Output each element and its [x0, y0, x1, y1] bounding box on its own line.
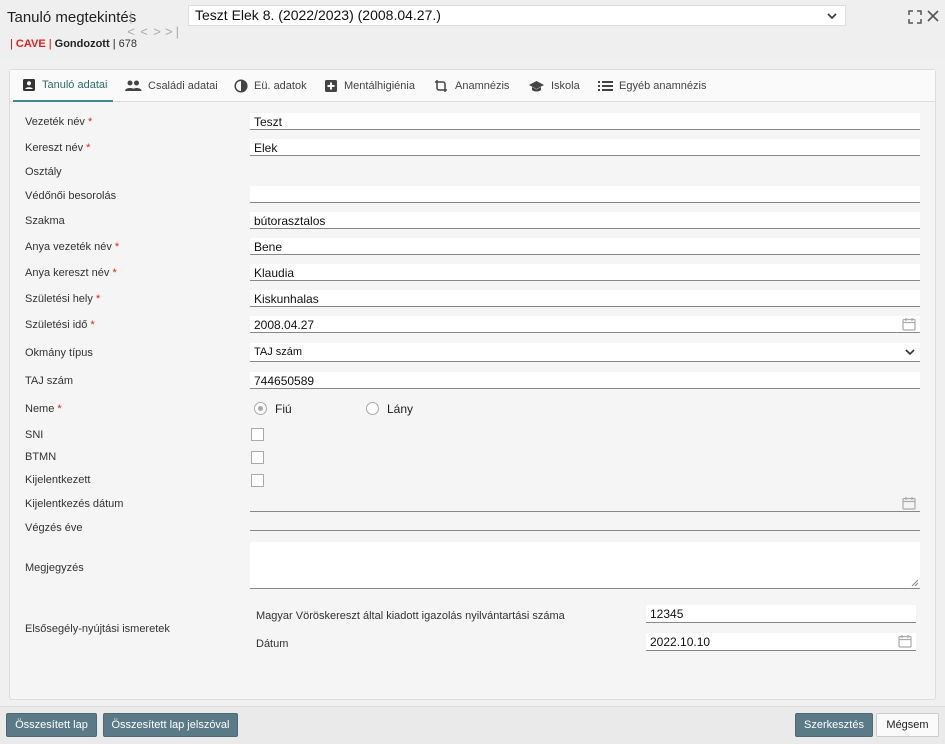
student-select[interactable]: Teszt Elek 8. (2022/2023) (2008.04.27.) [188, 5, 846, 26]
list-icon [598, 81, 613, 91]
tab-label: Eü. adatok [254, 80, 307, 92]
person-card-icon [23, 79, 35, 91]
radio-lany-label: Lány [387, 402, 414, 416]
tab-iskola[interactable]: Iskola [528, 70, 580, 102]
anya-vezeteknev-label: Anya vezeték név * [25, 241, 120, 253]
gondozott-badge: Gondozott [54, 38, 110, 50]
szul-ido-value: 2008.04.27 [254, 318, 315, 332]
megjegyzes-label: Megjegyzés [25, 562, 84, 574]
status-number: 678 [118, 38, 137, 50]
osszesitett-lap-jelszoval-button[interactable]: Összesített lap jelszóval [103, 713, 238, 737]
keresztnev-label: Kereszt név * [25, 142, 91, 154]
edit-button[interactable]: Szerkesztés [795, 713, 873, 737]
nav-prev-button[interactable]: < [139, 24, 152, 39]
expand-icon[interactable] [908, 10, 922, 24]
kijel-datum-field[interactable] [250, 495, 920, 512]
tab-label: Családi adatai [148, 80, 218, 92]
status-line: | CAVE | Gondozott | 678 [10, 38, 137, 50]
datum-label: Dátum [256, 638, 289, 650]
vegzes-eve-label: Végzés éve [25, 522, 83, 534]
neme-label: Neme * [25, 403, 62, 415]
szul-hely-label: Születési hely * [25, 293, 101, 305]
keresztnev-field[interactable]: Elek [250, 139, 920, 156]
calendar-icon[interactable] [902, 496, 916, 510]
tab-label: Iskola [551, 80, 580, 92]
szakma-label: Szakma [25, 215, 65, 227]
radio-lany[interactable] [366, 402, 379, 415]
kijelentkezett-label: Kijelentkezett [25, 474, 91, 486]
nav-last-button[interactable]: >| [165, 24, 179, 39]
datum-field[interactable]: 2022.10.10 [646, 633, 916, 651]
okmany-value: TAJ szám [254, 346, 303, 358]
tab-mentalhigienia[interactable]: Mentálhigiénia [324, 70, 415, 102]
school-icon [529, 80, 544, 91]
tab-bar: Tanuló adatai Családi adatai Eü. adatok … [10, 70, 935, 102]
sni-checkbox[interactable] [251, 428, 264, 441]
elsosegely-label: Elsősegély-nyújtási ismeretek [25, 623, 170, 635]
anya-vezeteknev-field[interactable]: Bene [250, 238, 920, 255]
szakma-field[interactable]: bútorasztalos [250, 212, 920, 229]
btmn-label: BTMN [25, 451, 57, 463]
contrast-icon [234, 79, 248, 93]
nav-first-button[interactable]: |< [126, 9, 139, 39]
tab-egyeb-anamnezis[interactable]: Egyéb anamnézis [598, 70, 706, 102]
nav-next-button[interactable]: > [152, 24, 165, 39]
calendar-icon[interactable] [898, 634, 912, 648]
igazolas-field[interactable]: 12345 [646, 605, 916, 623]
kijel-datum-label: Kijelentkezés dátum [25, 498, 124, 510]
status-separator: | [48, 38, 52, 50]
page-title: Tanuló megtekintés [7, 9, 137, 26]
sni-label: SNI [25, 429, 44, 441]
vedonoi-field[interactable] [250, 186, 920, 203]
okmany-select[interactable]: TAJ szám [250, 343, 920, 362]
close-icon[interactable] [927, 10, 939, 22]
tab-label: Egyéb anamnézis [619, 80, 707, 92]
btmn-checkbox[interactable] [251, 451, 264, 464]
vedonoi-label: Védőnői besorolás [25, 190, 117, 202]
radio-fiu-label: Fiú [275, 402, 292, 416]
vezeteknev-label: Vezeték név * [25, 116, 93, 128]
tab-label: Mentálhigiénia [344, 80, 415, 92]
tab-label: Anamnézis [455, 80, 510, 92]
status-separator: | [10, 38, 13, 50]
cancel-button[interactable]: Mégsem [876, 713, 939, 737]
header: Tanuló megtekintés |< < >>| Teszt Elek 8. … [0, 0, 945, 60]
cave-badge: CAVE [15, 38, 46, 50]
status-separator: | [112, 38, 116, 50]
szul-ido-field[interactable]: 2008.04.27 [250, 316, 920, 333]
rotate-icon [435, 80, 447, 92]
people-icon [125, 80, 142, 91]
tab-csaladi-adatai[interactable]: Családi adatai [124, 70, 218, 102]
datum-value: 2022.10.10 [650, 635, 711, 649]
osszesitett-lap-button[interactable]: Összesített lap [6, 713, 97, 737]
footer-toolbar: Összesített lap Összesített lap jelszóva… [0, 706, 945, 744]
calendar-icon[interactable] [902, 317, 916, 331]
anya-keresztnev-field[interactable]: Klaudia [250, 264, 920, 281]
chevron-down-icon [905, 349, 915, 356]
okmany-label: Okmány típus [25, 347, 93, 359]
student-panel: Tanuló adatai Családi adatai Eü. adatok … [9, 69, 936, 700]
plus-box-icon [325, 80, 337, 92]
osztaly-label: Osztály [25, 166, 62, 178]
radio-fiu[interactable] [254, 402, 267, 415]
resize-handle-icon[interactable] [911, 579, 919, 587]
record-navigation: |< < >>| [126, 9, 179, 39]
taj-field[interactable]: 744650589 [250, 372, 920, 389]
kijelentkezett-checkbox[interactable] [251, 474, 264, 487]
tab-tanulo-adatai[interactable]: Tanuló adatai [13, 70, 113, 102]
student-select-value: Teszt Elek 8. (2022/2023) (2008.04.27.) [195, 7, 441, 23]
chevron-down-icon [827, 13, 837, 20]
vezeteknev-field[interactable]: Teszt [250, 113, 920, 130]
taj-label: TAJ szám [25, 375, 74, 387]
szul-ido-label: Születési idő * [25, 319, 95, 331]
vegzes-eve-field[interactable] [250, 514, 920, 531]
szul-hely-field[interactable]: Kiskunhalas [250, 290, 920, 307]
tab-label: Tanuló adatai [42, 79, 108, 91]
anya-keresztnev-label: Anya kereszt név * [25, 267, 117, 279]
tab-anamnezis[interactable]: Anamnézis [433, 70, 509, 102]
igazolas-label: Magyar Vöröskereszt által kiadott igazol… [256, 610, 565, 622]
tab-eu-adatok[interactable]: Eü. adatok [234, 70, 307, 102]
megjegyzes-textarea[interactable] [250, 542, 920, 589]
